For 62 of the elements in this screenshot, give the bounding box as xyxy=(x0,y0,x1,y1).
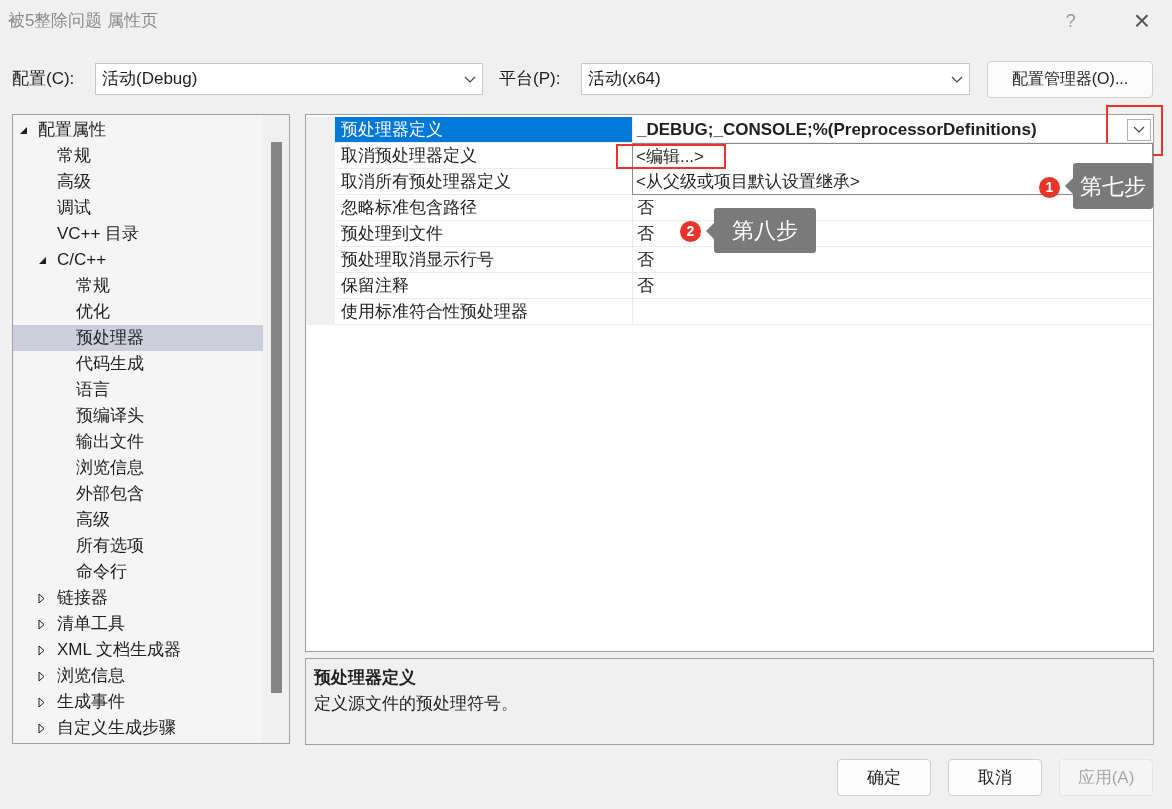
collapsed-triangle-icon[interactable] xyxy=(38,722,45,734)
property-name[interactable]: 保留注释 xyxy=(335,273,633,298)
window-title: 被5整除问题 属性页 xyxy=(8,10,160,33)
collapsed-triangle-icon[interactable] xyxy=(38,644,45,656)
config-dropdown[interactable]: 活动(Debug) xyxy=(95,63,483,95)
tree-item[interactable]: 所有选项 xyxy=(13,533,263,559)
property-name[interactable]: 使用标准符合性预处理器 xyxy=(335,299,633,324)
dialog-button[interactable]: 确定 xyxy=(837,759,931,796)
property-name[interactable]: 预处理器定义 xyxy=(335,117,633,142)
collapsed-triangle-icon[interactable] xyxy=(38,592,45,604)
collapsed-triangle-icon[interactable] xyxy=(38,618,45,630)
tree-item[interactable]: 高级 xyxy=(13,507,263,533)
property-value: _DEBUG;_CONSOLE;%(PreprocessorDefinitions) xyxy=(637,118,1037,141)
property-name[interactable]: 预处理取消显示行号 xyxy=(335,247,633,272)
tree-item[interactable]: 常规 xyxy=(13,273,263,299)
dropdown-option[interactable]: <编辑...> xyxy=(616,144,727,169)
collapsed-triangle-icon[interactable] xyxy=(38,696,45,708)
config-label: 配置(C): xyxy=(12,68,76,91)
chevron-down-icon xyxy=(1133,126,1145,133)
property-value: 否 xyxy=(637,274,654,297)
tree-item[interactable]: 生成事件 xyxy=(13,689,263,715)
tree-item[interactable]: 浏览信息 xyxy=(13,663,263,689)
description-title: 预处理器定义 xyxy=(314,667,417,689)
property-name[interactable]: 预处理到文件 xyxy=(335,221,633,246)
tree-item[interactable]: 调试 xyxy=(13,195,263,221)
property-value: 否 xyxy=(637,248,654,271)
tree-item[interactable]: 输出文件 xyxy=(13,429,263,455)
property-name[interactable]: 忽略标准包含路径 xyxy=(335,195,633,220)
expanded-triangle-icon[interactable] xyxy=(19,125,28,135)
chevron-down-icon xyxy=(464,75,476,83)
tree-item[interactable]: VC++ 目录 xyxy=(13,221,263,247)
tree-item[interactable]: 链接器 xyxy=(13,585,263,611)
tree-item[interactable]: 优化 xyxy=(13,299,263,325)
tree-item[interactable]: 浏览信息 xyxy=(13,455,263,481)
config-manager-button[interactable]: 配置管理器(O)... xyxy=(987,60,1153,98)
property-value: 否 xyxy=(637,196,654,219)
tree-item[interactable]: 清单工具 xyxy=(13,611,263,637)
tree-item[interactable]: 语言 xyxy=(13,377,263,403)
step-callout: 第八步 xyxy=(714,208,816,253)
tree-item[interactable]: 配置属性 xyxy=(13,117,263,143)
tree-item[interactable]: 常规 xyxy=(13,143,263,169)
close-button[interactable]: × xyxy=(1133,7,1150,35)
dialog-button[interactable]: 取消 xyxy=(948,759,1042,796)
tree-item[interactable]: 命令行 xyxy=(13,559,263,585)
tree-item[interactable]: 预编译头 xyxy=(13,403,263,429)
tree-item[interactable]: 预处理器 xyxy=(13,325,263,351)
tree-item[interactable]: 外部包含 xyxy=(13,481,263,507)
chevron-down-icon xyxy=(951,75,963,83)
scrollbar[interactable] xyxy=(263,115,289,743)
platform-label: 平台(P): xyxy=(499,68,562,91)
collapsed-triangle-icon[interactable] xyxy=(38,670,45,682)
description-text: 定义源文件的预处理符号。 xyxy=(314,692,519,715)
tree-item[interactable]: 代码生成 xyxy=(13,351,263,377)
step-callout: 第七步 xyxy=(1073,163,1153,209)
expanded-triangle-icon[interactable] xyxy=(38,255,47,265)
tree-item[interactable]: 高级 xyxy=(13,169,263,195)
dropdown-option[interactable]: <从父级或项目默认设置继承> xyxy=(633,169,868,194)
tree-item[interactable]: XML 文档生成器 xyxy=(13,637,263,663)
tree-item[interactable]: C/C++ xyxy=(13,247,263,273)
platform-dropdown[interactable]: 活动(x64) xyxy=(581,63,970,95)
tree-item[interactable]: 自定义生成步骤 xyxy=(13,715,263,741)
property-value: 否 xyxy=(637,222,654,245)
